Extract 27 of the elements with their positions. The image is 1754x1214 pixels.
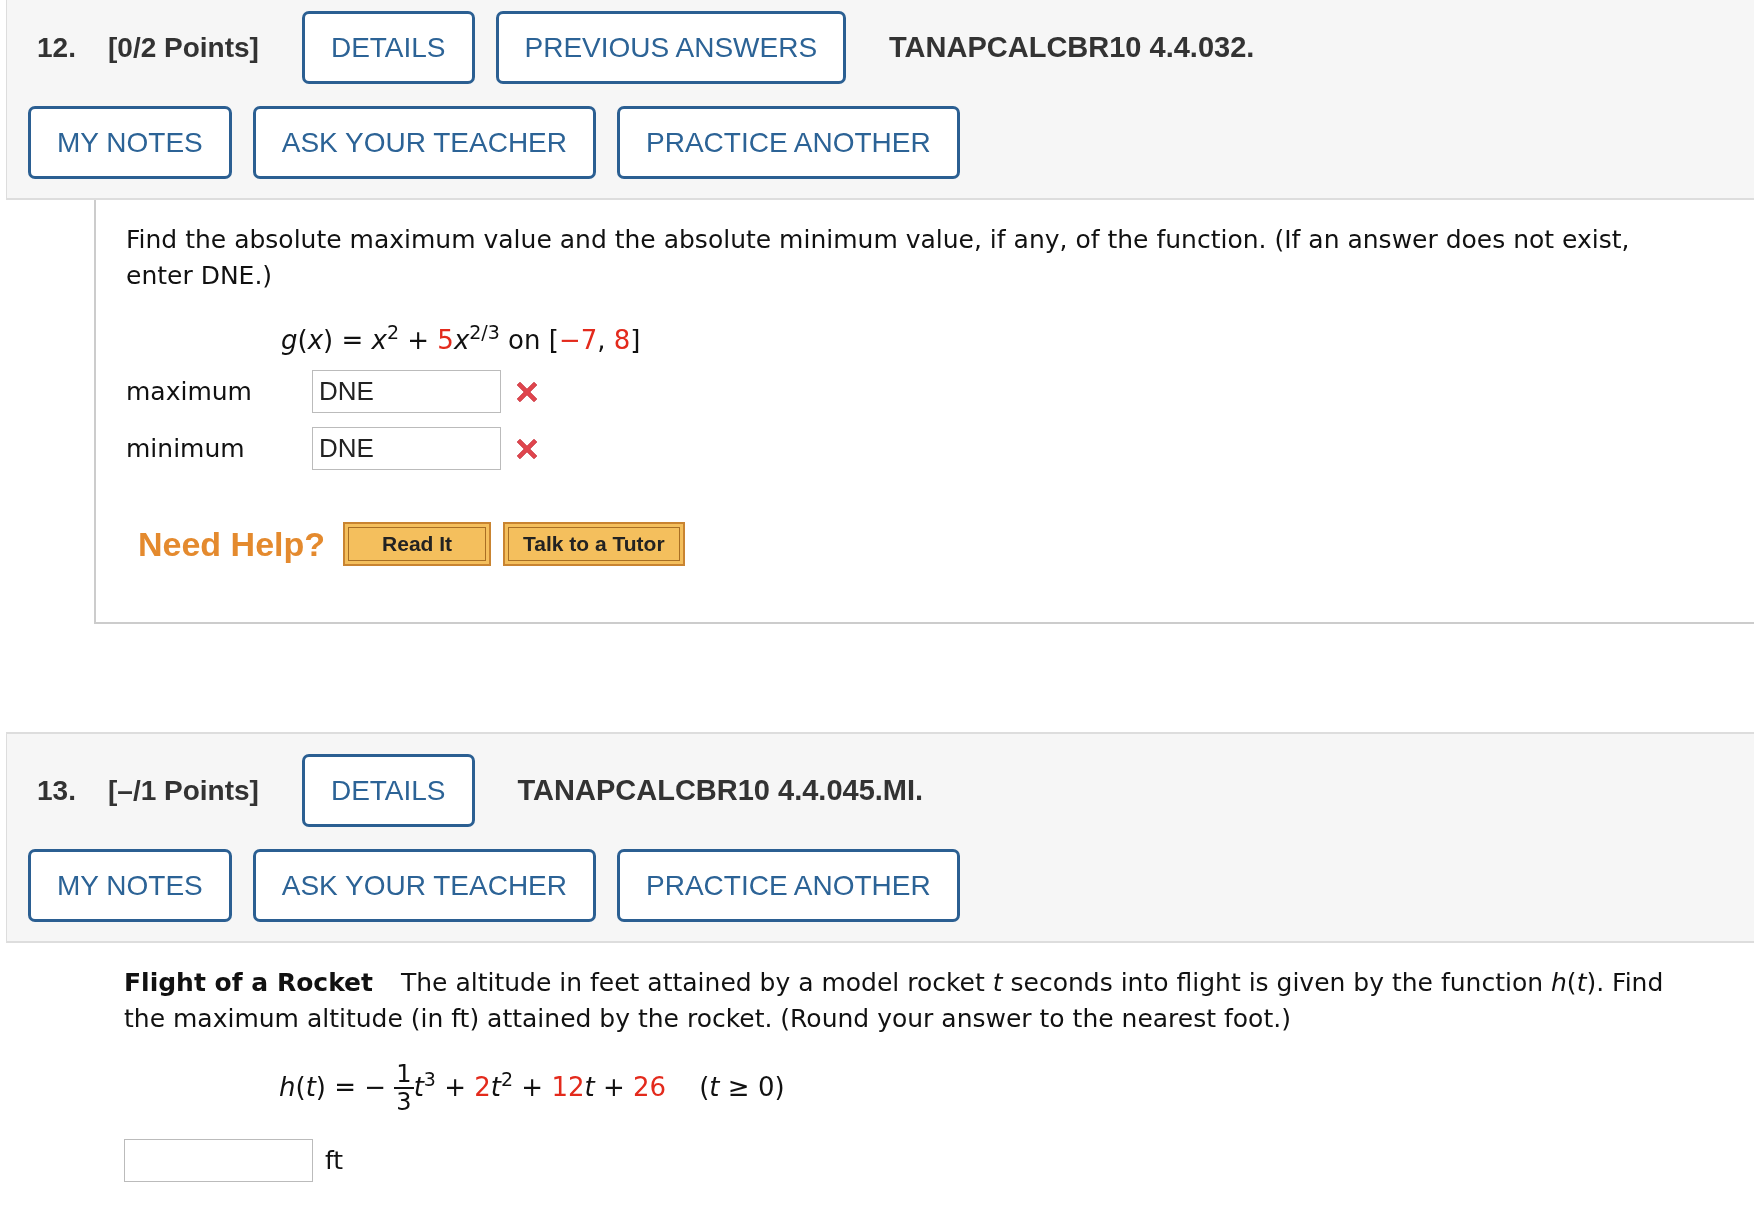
ask-teacher-button[interactable]: ASK YOUR TEACHER [252, 849, 596, 922]
details-button[interactable]: DETAILS [301, 754, 475, 827]
previous-answers-button[interactable]: PREVIOUS ANSWERS [495, 11, 847, 84]
question-text: Find the absolute maximum value and the absolute minimum value, if any, of the function. (If an answer does not exist, enter DNE.) [126, 224, 1631, 292]
question-code: TANAPCALCBR10 4.4.032. [889, 31, 1255, 64]
my-notes-button[interactable]: MY NOTES [28, 106, 232, 179]
answer-field[interactable]: DNE [312, 427, 501, 470]
practice-another-button[interactable]: PRACTICE ANOTHER [617, 849, 960, 922]
practice-another-button[interactable]: PRACTICE ANOTHER [617, 106, 960, 179]
formula: g(x) = x$^{2}$ + 5x$^{2/3}$ on [−7, 8] [281, 320, 641, 357]
question-code: TANAPCALCBR10 4.4.045.MI. [517, 774, 924, 807]
tutor-button[interactable]: Talk to a Tutor [503, 522, 685, 566]
answer-field[interactable] [124, 1139, 313, 1182]
answer-field[interactable]: DNE [312, 370, 501, 413]
question-text: Flight of a Rocket The altitude in feet attained by a model rocket t seconds into flight is given by the function h(t). Find the maximum altitude (in ft) attained by the rocket. (Round your answer to the nearest foot.) [124, 967, 1665, 1035]
details-button[interactable]: DETAILS [301, 11, 475, 84]
read-it-button[interactable]: Read It [343, 522, 492, 566]
question-number: 12. [37, 31, 77, 64]
need-help-label: Need Help? [138, 524, 326, 564]
answer-label: maximum [126, 377, 253, 406]
unit-label: ft [325, 1146, 344, 1175]
answer-label: minimum [126, 434, 246, 463]
points-label: [–/1 Points] [108, 774, 259, 807]
my-notes-button[interactable]: MY NOTES [28, 849, 232, 922]
question-number: 13. [37, 774, 77, 807]
ask-teacher-button[interactable]: ASK YOUR TEACHER [252, 106, 596, 179]
points-label: [0/2 Points] [108, 31, 259, 64]
